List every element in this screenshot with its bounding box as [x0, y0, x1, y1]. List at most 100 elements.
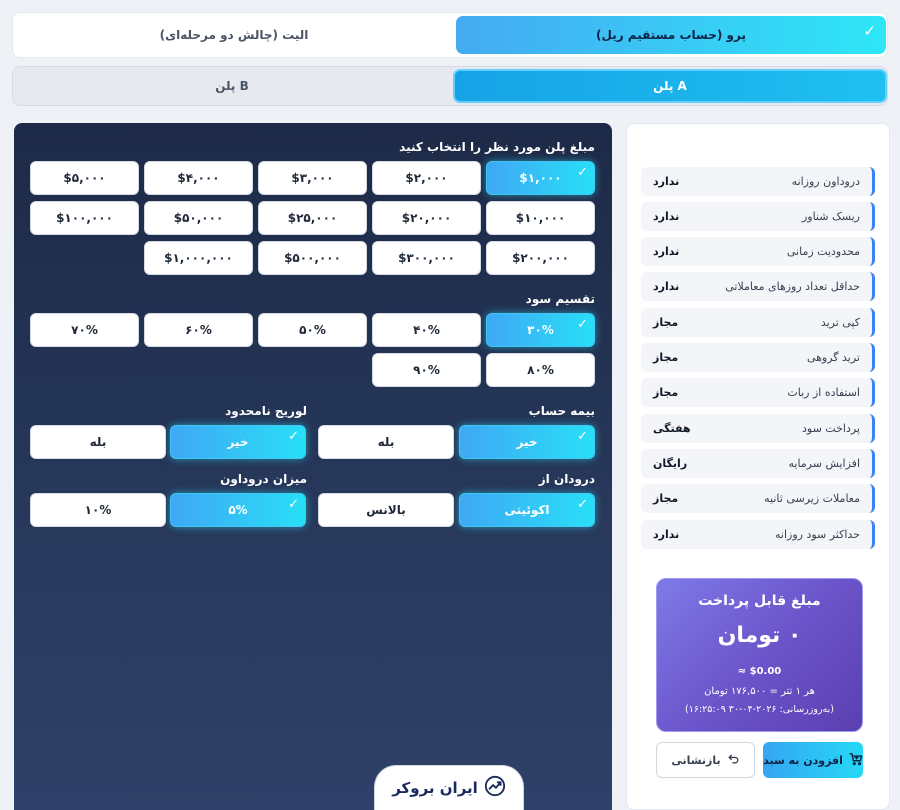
- amount-option-label: $۳,۰۰۰: [291, 171, 334, 185]
- amount-option-label: $۵,۰۰۰: [63, 171, 106, 185]
- amount-option[interactable]: $۵,۰۰۰: [30, 161, 139, 195]
- add-to-cart-button[interactable]: افزودن به سبد: [763, 742, 863, 778]
- amount-option[interactable]: $۵۰۰,۰۰۰: [258, 241, 367, 275]
- amount-option[interactable]: $۲۰,۰۰۰: [372, 201, 481, 235]
- reset-button[interactable]: بازنشانی: [656, 742, 755, 778]
- amount-option[interactable]: $۱۰۰,۰۰۰: [30, 201, 139, 235]
- leverage-option-no[interactable]: خیر ✓: [170, 425, 306, 459]
- amount-option-label: $۳۰۰,۰۰۰: [398, 251, 455, 265]
- feature-label: افزایش سرمایه: [788, 457, 860, 470]
- trend-chart-icon: [484, 775, 506, 801]
- feature-label: دروداون روزانه: [791, 175, 860, 188]
- leverage-option-label: خیر: [227, 435, 249, 449]
- profit-split-option-label: ۵۰%: [299, 323, 326, 337]
- amount-option-label: $۵۰۰,۰۰۰: [284, 251, 341, 265]
- profit-split-option[interactable]: ۹۰%: [372, 353, 481, 387]
- profit-split-option-label: ۶۰%: [185, 323, 212, 337]
- feature-value: ندارد: [653, 245, 680, 258]
- feature-value: رایگان: [653, 457, 688, 470]
- amount-option-label: $۱,۰۰۰: [519, 171, 562, 185]
- feature-row: حداکثر سود روزانه ندارد: [641, 520, 875, 549]
- tab-plan-b[interactable]: پلن B: [15, 69, 449, 103]
- feature-value: ندارد: [653, 280, 680, 293]
- insurance-option-label: خیر: [516, 435, 538, 449]
- profit-split-option-label: ۸۰%: [527, 363, 554, 377]
- profit-split-option[interactable]: ۵۰%: [258, 313, 367, 347]
- tab-plan-a[interactable]: پلن A: [453, 69, 887, 103]
- amount-option-label: $۴,۰۰۰: [177, 171, 220, 185]
- amount-option[interactable]: $۱۰,۰۰۰: [486, 201, 595, 235]
- drawdown-amount-title: میزان دروداون: [220, 472, 307, 486]
- feature-value: هفتگی: [653, 422, 691, 435]
- amount-option[interactable]: $۴,۰۰۰: [144, 161, 253, 195]
- amount-option[interactable]: $۱,۰۰۰ ✓: [486, 161, 595, 195]
- amount-option-label: $۱,۰۰۰,۰۰۰: [164, 251, 233, 265]
- insurance-option-no[interactable]: خیر ✓: [459, 425, 595, 459]
- amount-option-label: $۲,۰۰۰: [405, 171, 448, 185]
- plan-tabs: پلن A پلن B: [12, 66, 888, 106]
- amount-option[interactable]: $۵۰,۰۰۰: [144, 201, 253, 235]
- profit-split-title: تقسیم سود: [525, 292, 595, 306]
- profit-split-option[interactable]: ۸۰%: [486, 353, 595, 387]
- drawdown-amount-5[interactable]: ۵% ✓: [170, 493, 306, 527]
- check-icon: ✓: [288, 497, 299, 512]
- profit-split-option-label: ۳۰%: [527, 323, 554, 337]
- feature-row: ترید گروهی مجاز: [641, 343, 875, 372]
- feature-label: کپی ترید: [820, 316, 860, 329]
- reset-label: بازنشانی: [671, 753, 721, 767]
- feature-row: پرداخت سود هفتگی: [641, 414, 875, 443]
- amount-option[interactable]: $۱,۰۰۰,۰۰۰: [144, 241, 253, 275]
- feature-label: حداکثر سود روزانه: [775, 528, 860, 541]
- drawdown-amount-10[interactable]: ۱۰%: [30, 493, 166, 527]
- amount-option-label: $۲۰,۰۰۰: [401, 211, 452, 225]
- broker-logo: ایران بروکر: [374, 765, 524, 810]
- last-updated: (به‌روزرسانی: ۲۰۲۶-۰۴-۳۰ ۱۶:۲۵:۰۹): [685, 704, 834, 715]
- tab-pro[interactable]: پرو (حساب مستقیم ریل) ✓: [456, 16, 886, 54]
- amount-title: مبلغ پلن مورد نظر را انتخاب کنید: [399, 140, 595, 154]
- amount-option[interactable]: $۲۰۰,۰۰۰: [486, 241, 595, 275]
- amount-option[interactable]: $۲۵,۰۰۰: [258, 201, 367, 235]
- profit-split-option[interactable]: ۷۰%: [30, 313, 139, 347]
- feature-row: حداقل تعداد روزهای معاملاتی ندارد: [641, 272, 875, 301]
- profit-split-option-label: ۷۰%: [71, 323, 98, 337]
- drawdown-from-equity[interactable]: اکوئیتی ✓: [459, 493, 595, 527]
- amount-option-label: $۲۰۰,۰۰۰: [512, 251, 569, 265]
- profit-split-option[interactable]: ۳۰% ✓: [486, 313, 595, 347]
- logo-text: ایران بروکر: [392, 779, 478, 797]
- feature-value: ندارد: [653, 528, 680, 541]
- profit-split-option-label: ۴۰%: [413, 323, 440, 337]
- tab-plan-a-label: پلن A: [653, 79, 687, 93]
- feature-label: استفاده از ربات: [787, 386, 860, 399]
- feature-value: مجاز: [653, 316, 679, 329]
- tab-pro-label: پرو (حساب مستقیم ریل): [596, 28, 746, 42]
- payment-title: مبلغ قابل پرداخت: [698, 593, 821, 609]
- feature-label: محدودیت زمانی: [786, 245, 860, 258]
- amount-option[interactable]: $۲,۰۰۰: [372, 161, 481, 195]
- add-to-cart-label: افزودن به سبد: [763, 753, 843, 767]
- feature-row: استفاده از ربات مجاز: [641, 378, 875, 407]
- feature-value: مجاز: [653, 492, 679, 505]
- profit-split-option[interactable]: ۴۰%: [372, 313, 481, 347]
- feature-value: ندارد: [653, 210, 680, 223]
- amount-option-label: $۵۰,۰۰۰: [173, 211, 224, 225]
- check-icon: ✓: [863, 22, 876, 40]
- feature-row: کپی ترید مجاز: [641, 308, 875, 337]
- drawdown-from-label: بالانس: [366, 503, 406, 517]
- tab-elite[interactable]: الیت (چالش دو مرحله‌ای): [16, 16, 452, 54]
- check-icon: ✓: [577, 317, 588, 332]
- drawdown-amount-label: ۱۰%: [84, 503, 112, 517]
- feature-label: پرداخت سود: [802, 422, 860, 435]
- feature-row: افزایش سرمایه رایگان: [641, 449, 875, 478]
- payment-usd: ≈ $0.00: [737, 666, 782, 677]
- profit-split-option[interactable]: ۶۰%: [144, 313, 253, 347]
- drawdown-from-balance[interactable]: بالانس: [318, 493, 454, 527]
- check-icon: ✓: [288, 429, 299, 444]
- insurance-option-label: بله: [377, 435, 395, 449]
- amount-option[interactable]: $۳۰۰,۰۰۰: [372, 241, 481, 275]
- insurance-option-yes[interactable]: بله: [318, 425, 454, 459]
- amount-option[interactable]: $۳,۰۰۰: [258, 161, 367, 195]
- leverage-option-yes[interactable]: بله: [30, 425, 166, 459]
- drawdown-from-title: درودان از: [538, 472, 595, 486]
- amount-option-label: $۲۵,۰۰۰: [287, 211, 338, 225]
- leverage-option-label: بله: [89, 435, 107, 449]
